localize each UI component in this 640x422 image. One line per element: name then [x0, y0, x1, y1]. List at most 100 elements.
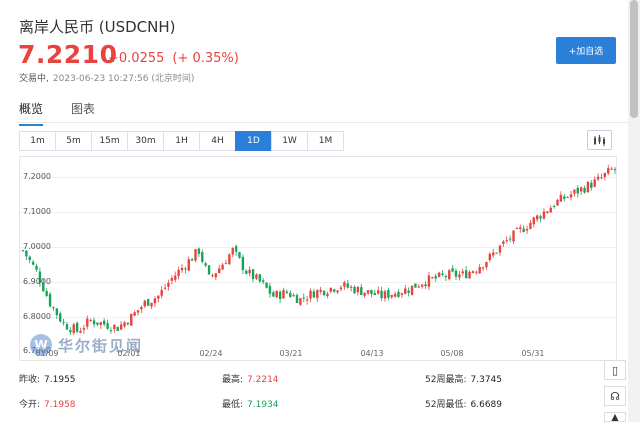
candle-body — [265, 282, 268, 288]
candle-body — [539, 216, 542, 219]
period-1mo[interactable]: 1M — [307, 131, 344, 151]
candle-body — [248, 269, 251, 274]
candle-body — [312, 291, 316, 298]
candle-body — [194, 249, 197, 261]
candle-body — [576, 187, 579, 194]
up-arrow-icon[interactable]: ▲ — [604, 412, 626, 422]
candle-body — [197, 248, 201, 254]
stat-prev-close: 昨收: 7.1955 — [19, 372, 76, 385]
candle-body — [370, 289, 373, 294]
candle-body — [305, 299, 309, 301]
add-watchlist-button[interactable]: +加自选 — [556, 37, 616, 64]
candle-body — [231, 248, 234, 255]
candle-body — [492, 252, 495, 256]
candle-body — [62, 321, 65, 323]
candle-body — [529, 222, 532, 229]
stat-value: 7.3745 — [470, 375, 503, 385]
candle-body — [380, 290, 383, 299]
candle-body — [607, 168, 610, 174]
candle-body — [441, 273, 444, 275]
candle-body — [366, 290, 370, 294]
candle-body — [326, 293, 329, 297]
candle-body — [48, 293, 52, 307]
candle-body — [299, 298, 302, 305]
candle-body — [339, 287, 343, 290]
candle-body — [522, 228, 525, 232]
period-1h[interactable]: 1H — [163, 131, 200, 151]
candles — [21, 164, 617, 336]
quote-time: 2023-06-23 10:27:56 (北京时间) — [52, 74, 195, 84]
period-1m[interactable]: 1m — [19, 131, 56, 151]
period-selector: 1m 5m 15m 30m 1H 4H 1D 1W 1M — [19, 131, 344, 151]
candle-body — [157, 295, 160, 299]
candle-body — [349, 286, 353, 288]
candle-body — [346, 283, 349, 288]
candle-body — [261, 280, 265, 283]
candle-body — [278, 291, 282, 299]
candle-body — [343, 282, 346, 287]
period-1d[interactable]: 1D — [235, 131, 272, 151]
candle-body — [272, 292, 275, 297]
page-scrollbar[interactable] — [628, 0, 640, 422]
y-tick: 6.8000 — [23, 312, 51, 321]
candle-body — [255, 274, 258, 279]
headset-icon[interactable]: ☊ — [604, 386, 626, 406]
watermark-text: 华尔街见闻 — [58, 336, 144, 355]
candle-body — [167, 282, 170, 287]
candle-body — [603, 173, 607, 178]
candle-body — [329, 287, 333, 292]
candle-body — [481, 267, 485, 269]
candle-body — [495, 252, 498, 254]
candle-body — [207, 265, 211, 275]
period-5m[interactable]: 5m — [55, 131, 92, 151]
watermark-logo-icon: W — [30, 334, 52, 356]
period-30m[interactable]: 30m — [127, 131, 164, 151]
chart-type-button[interactable] — [587, 130, 612, 150]
candle-body — [333, 289, 336, 292]
candle-body — [485, 261, 488, 268]
candle-body — [360, 287, 363, 295]
candle-body — [563, 196, 566, 199]
period-1w[interactable]: 1W — [271, 131, 308, 151]
stat-label: 最低: — [222, 400, 244, 410]
candle-body — [535, 215, 539, 220]
candle-body — [214, 273, 218, 278]
candle-body — [322, 290, 326, 295]
candle-body — [289, 292, 292, 297]
candle-body — [268, 286, 272, 294]
candle-body — [234, 246, 238, 252]
candle-body — [123, 322, 126, 327]
price-change-percent: (+ 0.35%) — [172, 51, 239, 66]
candle-body — [549, 207, 552, 213]
candle-body — [393, 293, 397, 297]
stat-value: 7.1958 — [44, 400, 76, 410]
candle-body — [559, 194, 563, 202]
candle-body — [153, 298, 157, 304]
period-4h[interactable]: 4H — [199, 131, 236, 151]
stat-52w-low: 52周最低: 6.6689 — [425, 397, 502, 410]
candle-body — [583, 188, 586, 193]
candle-body — [92, 320, 96, 325]
candle-body — [512, 230, 515, 242]
mobile-icon[interactable]: ▯ — [604, 360, 626, 380]
candle-body — [613, 169, 617, 171]
candle-body — [146, 299, 150, 306]
x-tick: 05/08 — [440, 349, 464, 358]
candle-body — [434, 276, 437, 279]
candle-body — [201, 252, 204, 262]
candle-body — [431, 277, 434, 279]
price-chart[interactable]: 7.2000 7.1000 7.0000 6.9000 6.8000 6.700… — [19, 156, 617, 361]
candle-body — [319, 289, 322, 292]
stats-row: 今开: 7.1958 最低: 7.1934 52周最低: 6.6689 — [19, 397, 617, 413]
candle-body — [488, 253, 492, 261]
candle-body — [282, 290, 285, 299]
scrollbar-thumb[interactable] — [630, 0, 638, 118]
candle-body — [170, 278, 174, 281]
y-tick: 7.1000 — [23, 207, 51, 216]
x-tick: 05/31 — [521, 349, 545, 358]
candle-body — [471, 271, 475, 273]
candle-body — [519, 227, 522, 229]
candle-body — [356, 286, 360, 293]
stat-value: 7.1955 — [44, 375, 76, 385]
period-15m[interactable]: 15m — [91, 131, 128, 151]
